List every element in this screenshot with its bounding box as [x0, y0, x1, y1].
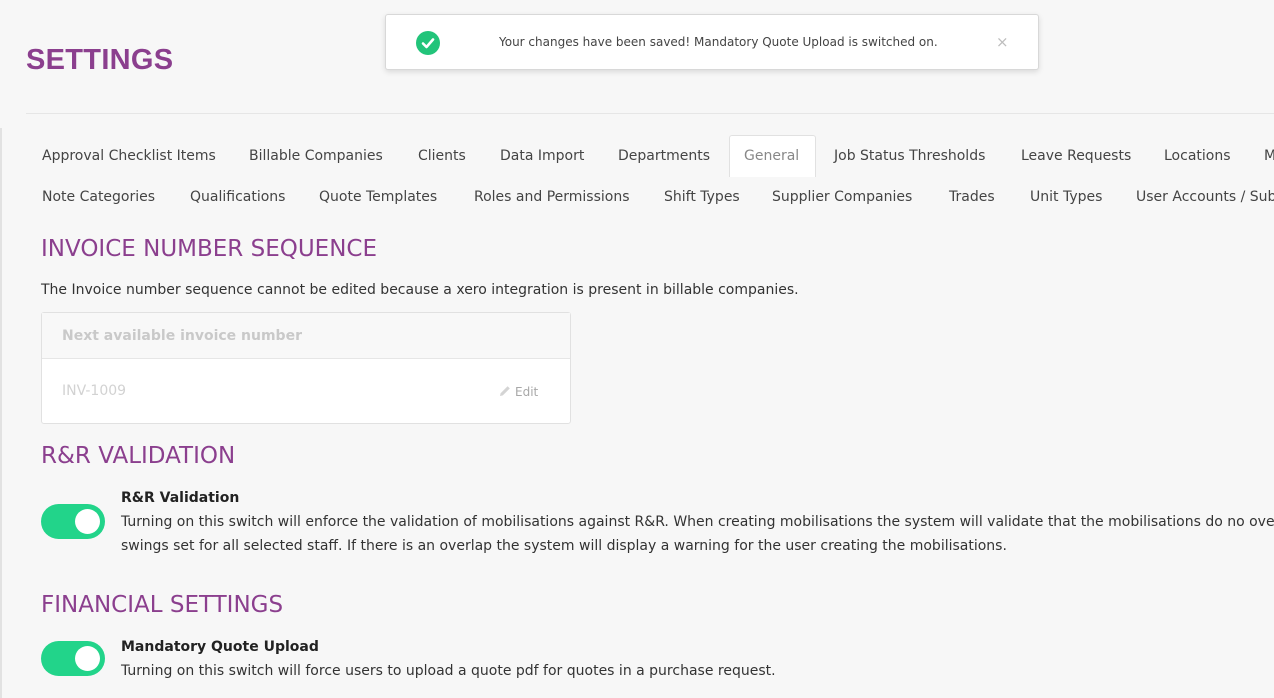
tab-departments[interactable]: Departments: [618, 136, 710, 176]
financial-setting-desc: Turning on this switch will force users …: [121, 663, 776, 679]
tab-data-import[interactable]: Data Import: [500, 136, 584, 176]
tab-shift-types[interactable]: Shift Types: [664, 177, 740, 217]
invoice-note: The Invoice number sequence cannot be ed…: [41, 282, 799, 298]
tab-unit-types[interactable]: Unit Types: [1030, 177, 1102, 217]
invoice-number-card: Next available invoice number INV-1009 E…: [41, 312, 571, 424]
tab-quote-templates[interactable]: Quote Templates: [319, 177, 437, 217]
tab-supplier-companies[interactable]: Supplier Companies: [772, 177, 912, 217]
tab-job-status-thresholds[interactable]: Job Status Thresholds: [834, 136, 985, 176]
tab-m-truncated[interactable]: M: [1264, 136, 1274, 176]
success-toast: Your changes have been saved! Mandatory …: [385, 14, 1039, 70]
pencil-icon: [500, 386, 510, 396]
title-divider: [26, 113, 1274, 114]
invoice-field-label: Next available invoice number: [62, 328, 302, 344]
tab-general[interactable]: General: [729, 135, 816, 177]
tab-billable-companies[interactable]: Billable Companies: [249, 136, 383, 176]
close-icon[interactable]: ×: [996, 33, 1009, 51]
sidebar-edge: [0, 128, 2, 698]
rr-setting-desc-line1: Turning on this switch will enforce the …: [121, 514, 1274, 530]
check-circle-icon: [416, 31, 440, 55]
edit-label: Edit: [515, 385, 539, 399]
financial-section-title: FINANCIAL SETTINGS: [41, 592, 284, 618]
rr-validation-toggle[interactable]: [41, 504, 105, 539]
rr-section-title: R&R VALIDATION: [41, 443, 236, 469]
tab-approval-checklist-items[interactable]: Approval Checklist Items: [42, 136, 216, 176]
invoice-number-value: INV-1009: [62, 383, 127, 399]
tab-user-accounts[interactable]: User Accounts / Sub: [1136, 177, 1274, 217]
invoice-section-title: INVOICE NUMBER SEQUENCE: [41, 236, 377, 262]
financial-setting-name: Mandatory Quote Upload: [121, 639, 319, 655]
mandatory-quote-upload-toggle[interactable]: [41, 641, 105, 676]
tab-trades[interactable]: Trades: [949, 177, 995, 217]
tab-roles-and-permissions[interactable]: Roles and Permissions: [474, 177, 630, 217]
toggle-knob: [75, 646, 100, 671]
tab-leave-requests[interactable]: Leave Requests: [1021, 136, 1131, 176]
invoice-card-header: Next available invoice number: [42, 313, 570, 359]
tab-locations[interactable]: Locations: [1164, 136, 1231, 176]
tab-clients[interactable]: Clients: [418, 136, 466, 176]
page-title: SETTINGS: [26, 44, 174, 76]
toggle-knob: [75, 509, 100, 534]
tab-qualifications[interactable]: Qualifications: [190, 177, 285, 217]
rr-setting-desc-line2: swings set for all selected staff. If th…: [121, 538, 1007, 554]
toast-message: Your changes have been saved! Mandatory …: [499, 35, 938, 49]
edit-button[interactable]: Edit: [498, 384, 538, 399]
rr-setting-name: R&R Validation: [121, 490, 240, 506]
tab-note-categories[interactable]: Note Categories: [42, 177, 155, 217]
